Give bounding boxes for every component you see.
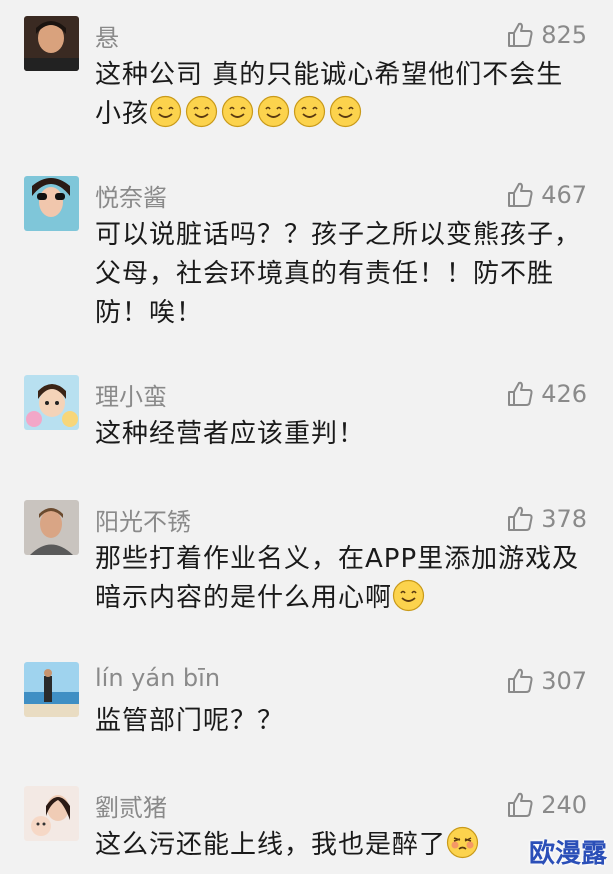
avatar[interactable] <box>24 176 79 231</box>
like-button[interactable]: 467 <box>505 180 587 210</box>
commenter-name[interactable]: 劉贰猪 <box>95 788 167 823</box>
like-count: 467 <box>541 181 587 209</box>
like-button[interactable]: 426 <box>505 379 587 409</box>
smile-emoji <box>392 579 425 612</box>
smile-emoji <box>329 95 362 128</box>
comment-text: 那些打着作业名义，在APP里添加游戏及暗示内容的是什么用心啊 <box>95 544 580 613</box>
thumbs-up-icon <box>505 180 535 210</box>
like-button[interactable]: 307 <box>505 666 587 696</box>
commenter-name[interactable]: 悦奈酱 <box>95 178 167 213</box>
smile-emoji <box>185 95 218 128</box>
avatar[interactable] <box>24 375 79 430</box>
commenter-name[interactable]: 阳光不锈 <box>95 502 191 537</box>
watermark: 欧漫露 <box>528 839 607 869</box>
thumbs-up-icon <box>505 504 535 534</box>
commenter-name[interactable]: lín yán bīn <box>95 664 220 692</box>
thumbs-up-icon <box>505 666 535 696</box>
commenter-name[interactable]: 悬 <box>95 18 119 53</box>
comment-text: 这种经营者应该重判！ <box>95 419 366 449</box>
smile-emoji <box>293 95 326 128</box>
smile-emoji <box>221 95 254 128</box>
smile-emoji <box>149 95 182 128</box>
avatar[interactable] <box>24 16 79 71</box>
avatar[interactable] <box>24 786 79 841</box>
like-count: 426 <box>541 380 587 408</box>
comment-text: 可以说脏话吗？？孩子之所以变熊孩子，父母，社会环境真的有责任！！防不胜防！唉！ <box>95 220 582 328</box>
like-count: 825 <box>541 21 587 49</box>
thumbs-up-icon <box>505 379 535 409</box>
like-count: 378 <box>541 505 587 533</box>
like-count: 240 <box>541 791 587 819</box>
commenter-name[interactable]: 理小蛮 <box>95 377 167 412</box>
like-count: 307 <box>541 667 587 695</box>
like-button[interactable]: 378 <box>505 504 587 534</box>
comment-text: 这么污还能上线，我也是醉了 <box>95 830 447 860</box>
like-button[interactable]: 825 <box>505 20 587 50</box>
thumbs-up-icon <box>505 790 535 820</box>
comment-text: 监管部门呢？？ <box>95 706 285 736</box>
smile-emoji <box>257 95 290 128</box>
avatar[interactable] <box>24 662 79 717</box>
drunk-emoji <box>446 826 479 859</box>
avatar[interactable] <box>24 500 79 555</box>
like-button[interactable]: 240 <box>505 790 587 820</box>
thumbs-up-icon <box>505 20 535 50</box>
